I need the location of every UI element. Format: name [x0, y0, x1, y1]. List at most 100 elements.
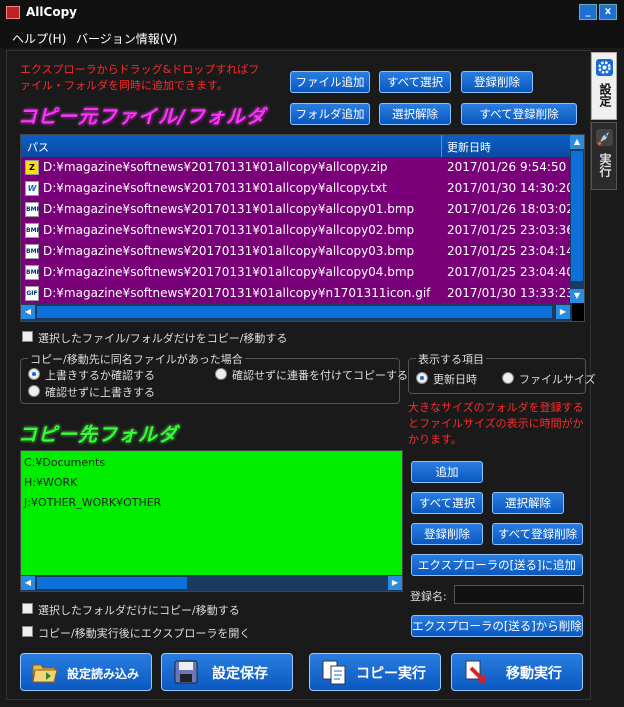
- scroll-thumb[interactable]: [37, 577, 187, 589]
- menu-help[interactable]: ヘルプ(H): [12, 30, 66, 47]
- scroll-thumb[interactable]: [37, 306, 552, 318]
- file-path: D:¥magazine¥softnews¥20170131¥01allcopy¥…: [43, 181, 387, 195]
- execute-copy-label: コピー実行: [356, 666, 426, 682]
- column-header-date[interactable]: 更新日時: [447, 139, 491, 155]
- gear-icon: [596, 59, 613, 76]
- dest-delete-registration-button[interactable]: 登録削除: [411, 523, 483, 545]
- save-settings-label: 設定保存: [212, 666, 268, 682]
- list-rows: Z D:¥magazine¥softnews¥20170131¥01allcopy…: [21, 157, 572, 303]
- list-item[interactable]: H:¥WORK: [24, 476, 77, 489]
- dest-select-all-button[interactable]: すべて選択: [411, 492, 483, 514]
- dest-add-button[interactable]: 追加: [411, 461, 483, 483]
- file-path: D:¥magazine¥softnews¥20170131¥01allcopy¥…: [43, 223, 415, 237]
- warning-line: かります。: [408, 433, 462, 446]
- menu-version[interactable]: バージョン情報(V): [76, 30, 177, 47]
- rocket-icon: [596, 129, 613, 146]
- auto-number-label: 確認せずに連番を付けてコピーする: [232, 369, 408, 382]
- dest-delete-all-button[interactable]: すべて登録削除: [492, 523, 583, 545]
- bmp-file-icon: BMP: [25, 223, 41, 238]
- file-path: D:¥magazine¥softnews¥20170131¥01allcopy¥…: [43, 202, 415, 216]
- save-settings-button[interactable]: 設定保存: [161, 653, 293, 691]
- tab-run[interactable]: 実行: [591, 122, 617, 190]
- scroll-left-arrow-icon[interactable]: ◀: [21, 305, 35, 319]
- select-all-button[interactable]: すべて選択: [379, 71, 451, 93]
- source-file-list[interactable]: パス 更新日時 Z D:¥magazine¥softnews¥20170131¥0…: [20, 134, 585, 322]
- delete-registration-button[interactable]: 登録削除: [461, 71, 533, 93]
- bmp-file-icon: BMP: [25, 244, 41, 259]
- list-item[interactable]: J:¥OTHER_WORK¥OTHER: [24, 496, 161, 509]
- horizontal-scrollbar[interactable]: ◀ ▶: [21, 303, 572, 321]
- auto-number-radio[interactable]: [215, 368, 227, 380]
- add-file-button[interactable]: ファイル追加: [290, 71, 370, 93]
- vertical-scrollbar[interactable]: ▲ ▼: [570, 135, 584, 303]
- destination-folder-list[interactable]: C:¥Documents H:¥WORK J:¥OTHER_WORK¥OTHER…: [20, 450, 403, 592]
- table-row[interactable]: BMP D:¥magazine¥softnews¥20170131¥01allco…: [21, 220, 572, 241]
- deselect-button[interactable]: 選択解除: [379, 103, 451, 125]
- table-row[interactable]: Z D:¥magazine¥softnews¥20170131¥01allcopy…: [21, 157, 572, 178]
- file-date: 2017/01/26 9:54:50: [447, 160, 567, 174]
- display-size-label: ファイルサイズ: [519, 373, 596, 386]
- execute-move-button[interactable]: 移動実行: [451, 653, 583, 691]
- tab-settings[interactable]: 設定: [591, 52, 617, 120]
- same-name-group-title: コピー/移動先に同名ファイルがあった場合: [28, 351, 245, 367]
- tab-run-label: 実行: [598, 153, 612, 177]
- text-file-icon: W: [25, 181, 39, 196]
- dest-deselect-button[interactable]: 選択解除: [492, 492, 564, 514]
- table-row[interactable]: BMP D:¥magazine¥softnews¥20170131¥01allco…: [21, 199, 572, 220]
- open-explorer-checkbox[interactable]: [22, 626, 33, 637]
- file-path: D:¥magazine¥softnews¥20170131¥01allcopy¥…: [43, 160, 388, 174]
- move-icon: [462, 658, 490, 686]
- column-header-path[interactable]: パス: [27, 139, 49, 155]
- warning-line: 大きなサイズのフォルダを登録する: [408, 401, 584, 414]
- file-path: D:¥magazine¥softnews¥20170131¥01allcopy¥…: [43, 244, 415, 258]
- scroll-thumb[interactable]: [571, 151, 583, 281]
- notice-line: エクスプローラからドラッグ&ドロップすればフ: [20, 63, 260, 76]
- folder-open-icon: [31, 658, 59, 686]
- scroll-up-arrow-icon[interactable]: ▲: [570, 135, 584, 149]
- menu-bar: ヘルプ(H) バージョン情報(V): [0, 26, 624, 48]
- registration-name-label: 登録名:: [410, 590, 447, 603]
- registration-name-input[interactable]: [454, 585, 584, 604]
- warning-line: とファイルサイズの表示に時間がか: [408, 417, 584, 430]
- bmp-file-icon: BMP: [25, 265, 41, 280]
- only-selected-folders-checkbox[interactable]: [22, 603, 33, 614]
- destination-heading: コピー先フォルダ: [18, 424, 179, 446]
- file-date: 2017/01/26 18:03:02: [447, 202, 572, 216]
- overwrite-silent-radio[interactable]: [28, 385, 40, 397]
- file-date: 2017/01/30 13:33:23: [447, 286, 572, 300]
- add-folder-button[interactable]: フォルダ追加: [290, 103, 370, 125]
- copy-icon: [320, 658, 348, 686]
- app-icon: [6, 6, 20, 19]
- display-date-label: 更新日時: [433, 373, 477, 386]
- scroll-right-arrow-icon[interactable]: ▶: [556, 305, 570, 319]
- horizontal-scrollbar[interactable]: ◀ ▶: [21, 575, 402, 591]
- overwrite-confirm-radio[interactable]: [28, 368, 40, 380]
- only-selected-folders-label: 選択したフォルダだけにコピー/移動する: [38, 604, 240, 617]
- table-row[interactable]: BMP D:¥magazine¥softnews¥20170131¥01allco…: [21, 262, 572, 283]
- scroll-down-arrow-icon[interactable]: ▼: [570, 289, 584, 303]
- list-item[interactable]: C:¥Documents: [24, 456, 105, 469]
- only-selected-files-checkbox[interactable]: [22, 331, 33, 342]
- scroll-left-arrow-icon[interactable]: ◀: [21, 576, 35, 590]
- load-settings-button[interactable]: 設定読み込み: [20, 653, 152, 691]
- remove-from-sendto-button[interactable]: エクスプローラの[送る]から削除: [411, 615, 583, 637]
- execute-copy-button[interactable]: コピー実行: [309, 653, 441, 691]
- table-row[interactable]: BMP D:¥magazine¥softnews¥20170131¥01allco…: [21, 241, 572, 262]
- table-row[interactable]: GIF D:¥magazine¥softnews¥20170131¥01allco…: [21, 283, 572, 303]
- table-row[interactable]: W D:¥magazine¥softnews¥20170131¥01allcopy…: [21, 178, 572, 199]
- floppy-disk-icon: [172, 658, 200, 686]
- column-divider[interactable]: [441, 135, 442, 157]
- close-button[interactable]: x: [599, 4, 617, 20]
- scroll-right-arrow-icon[interactable]: ▶: [388, 576, 402, 590]
- notice-line: ァイル・フォルダを同時に追加できます。: [20, 79, 228, 92]
- minimize-button[interactable]: _: [579, 4, 597, 20]
- display-size-radio[interactable]: [502, 372, 514, 384]
- file-date: 2017/01/25 23:03:36: [447, 223, 572, 237]
- open-explorer-label: コピー/移動実行後にエクスプローラを開く: [38, 627, 251, 640]
- overwrite-confirm-label: 上書きするか確認する: [45, 369, 155, 382]
- display-item-group-title: 表示する項目: [416, 351, 486, 367]
- display-date-radio[interactable]: [416, 372, 428, 384]
- add-to-sendto-button[interactable]: エクスプローラの[送る]に追加: [411, 554, 583, 576]
- overwrite-silent-label: 確認せずに上書きする: [45, 386, 155, 399]
- delete-all-registration-button[interactable]: すべて登録削除: [461, 103, 577, 125]
